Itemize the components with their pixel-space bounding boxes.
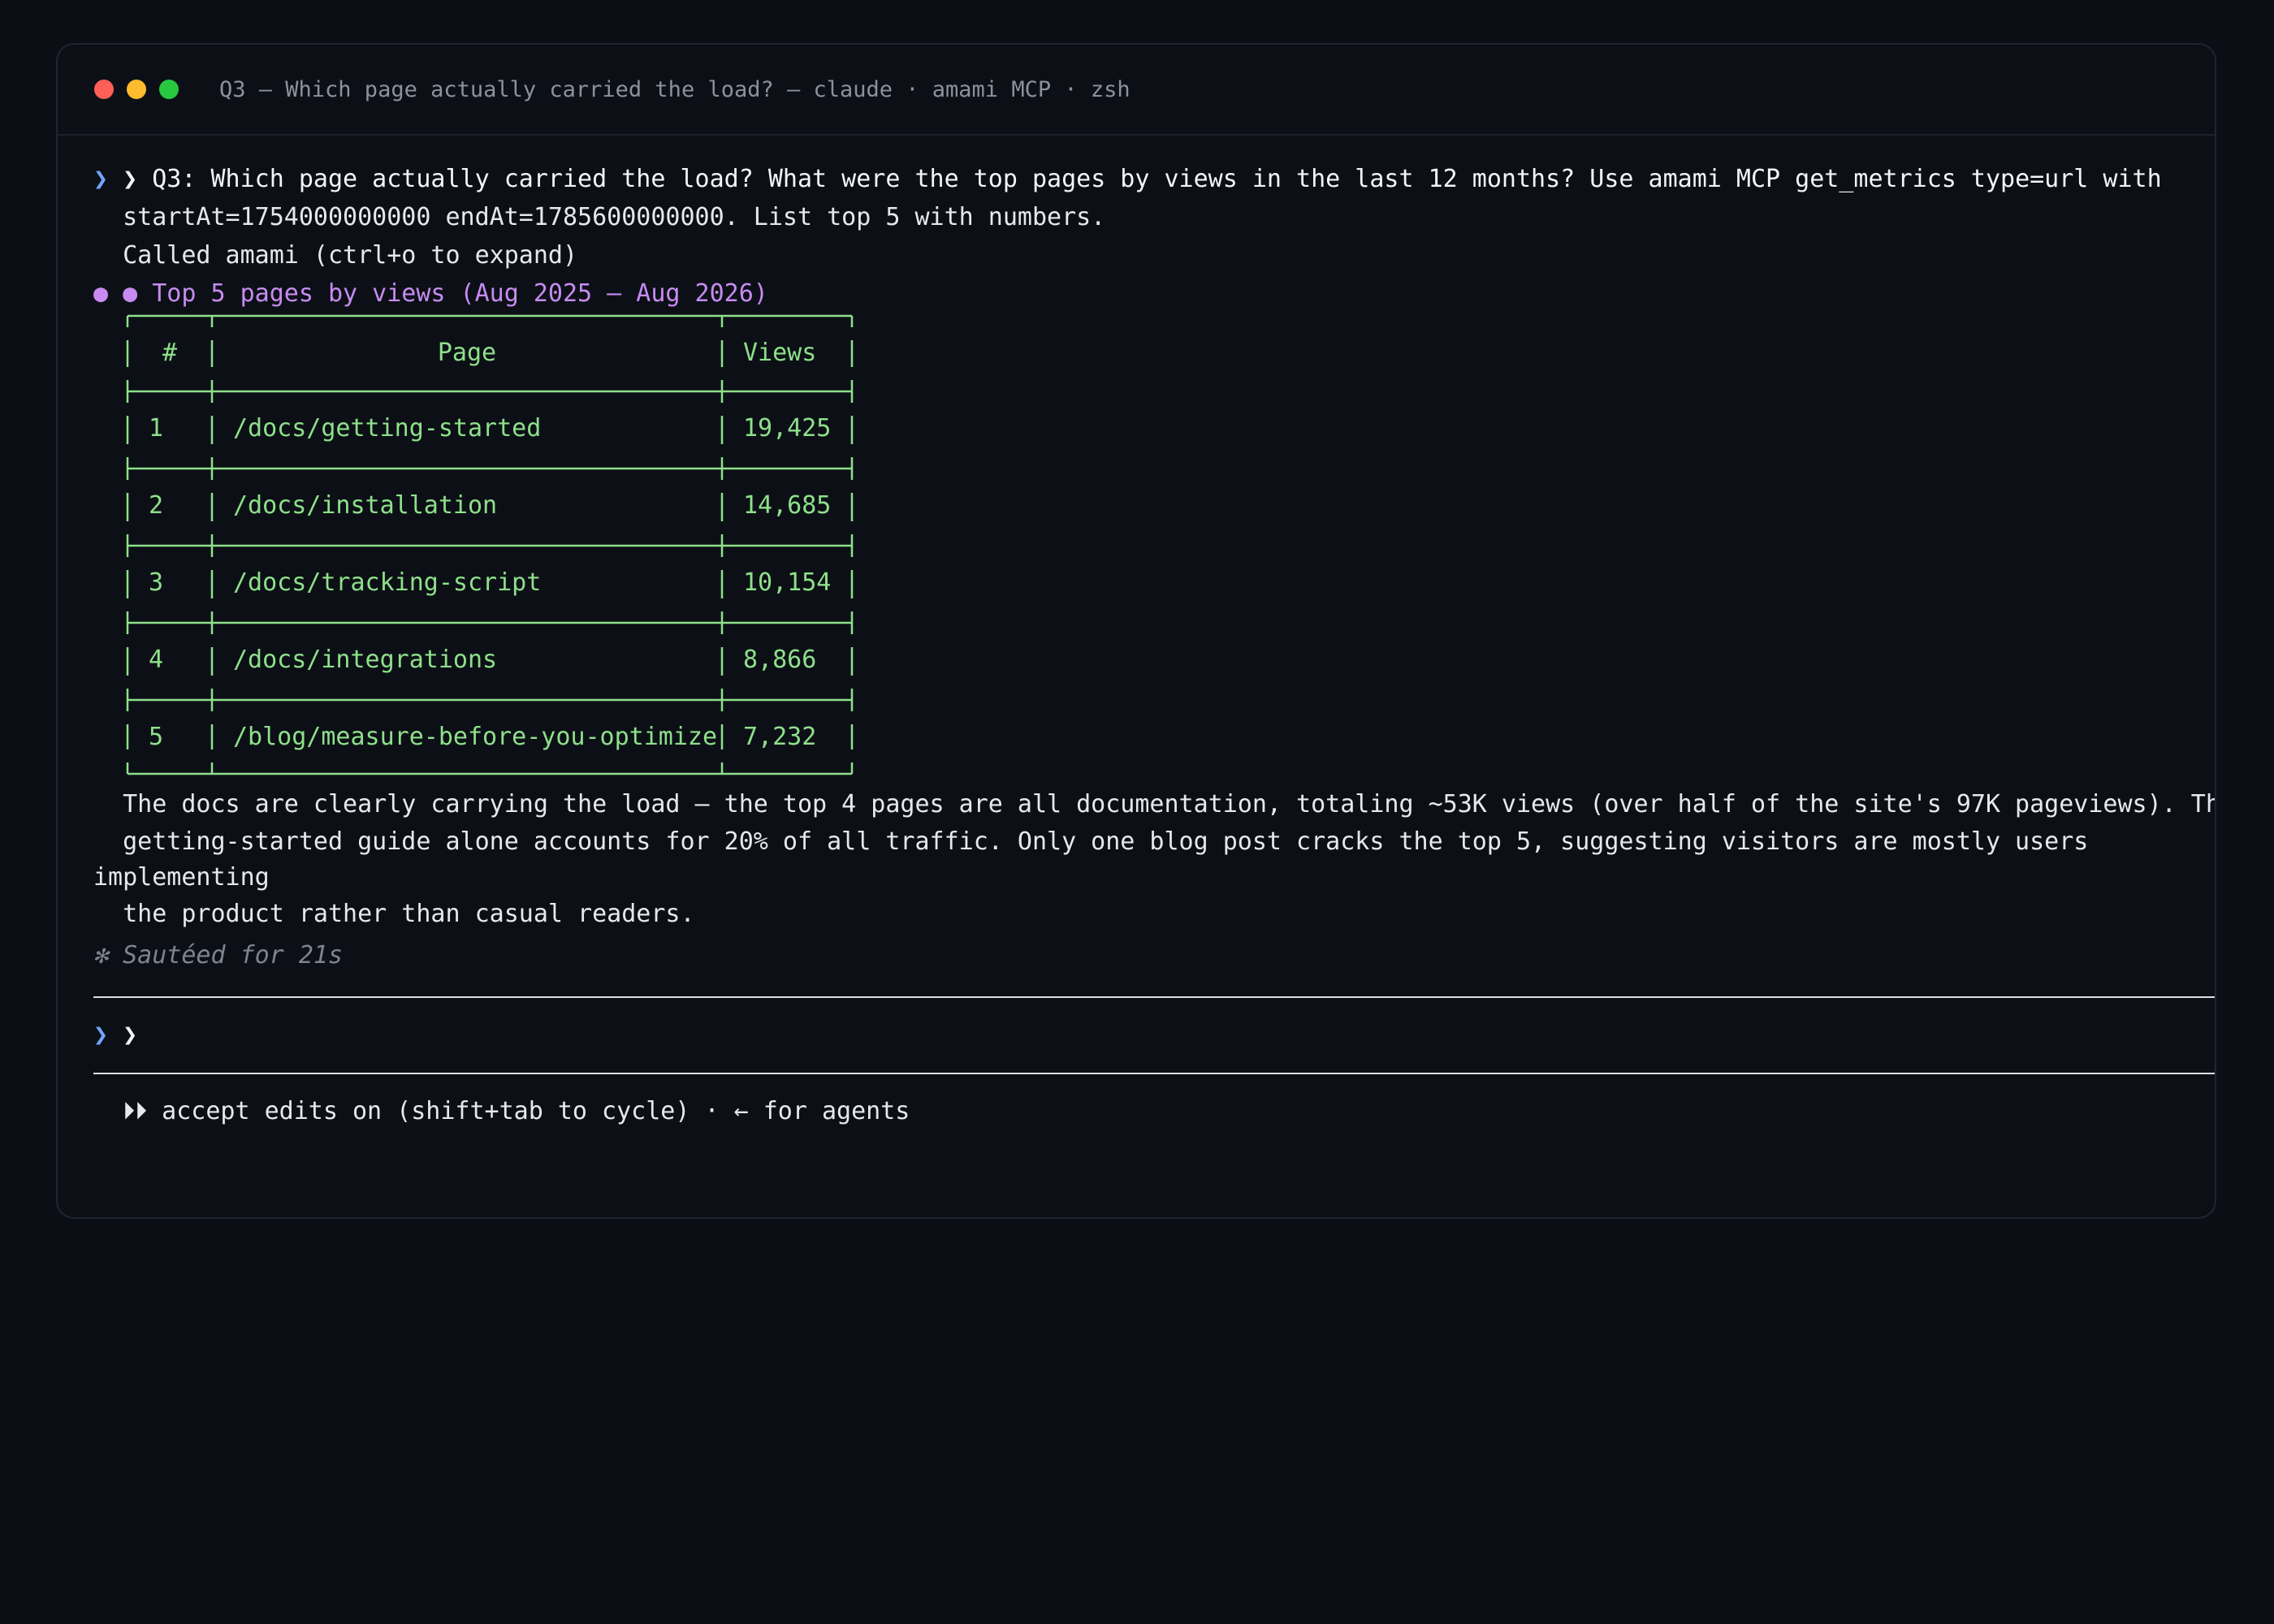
close-window-icon[interactable] — [94, 80, 114, 99]
heading-bullet-icon: ● — [123, 279, 138, 308]
table-cell-views: 8,866 — [743, 646, 817, 674]
table-cell-rank: 5 — [149, 723, 164, 751]
table-header-page: Page — [437, 339, 497, 367]
status-line: ✻ Sautéed for 21s — [93, 936, 2215, 974]
summary-line-2: getting-started guide alone accounts for… — [93, 823, 2215, 860]
table-cell-rank: 1 — [149, 414, 164, 443]
summary-text-1: The docs are clearly carrying the load —… — [123, 790, 2216, 818]
prompt-line-1: ❯ ❯ Q3: Which page actually carried the … — [93, 160, 2215, 198]
summary-text-3: implementing — [93, 863, 270, 892]
response-bullet-icon: ● — [93, 279, 109, 308]
table-cell-rank: 3 — [149, 568, 164, 597]
summary-line-3: implementing — [93, 860, 2215, 895]
table-text-layer: # Page Views 1/docs/getting-started 19,425 2 /… — [126, 314, 854, 785]
summary-text-2: getting-started guide alone accounts for… — [123, 827, 2089, 856]
terminal-window: Q3 — Which page actually carried the loa… — [56, 43, 2216, 1219]
table-cell-rank: 4 — [149, 646, 164, 674]
input-user-chevron-icon: ❯ — [123, 1021, 138, 1049]
table-cell-page: /docs/integrations — [233, 646, 498, 674]
summary-line-1: The docs are clearly carrying the load —… — [93, 785, 2215, 823]
window-title: Q3 — Which page actually carried the loa… — [219, 76, 1131, 102]
prompt-text-2: startAt=1754000000000 endAt=178560000000… — [123, 203, 1106, 231]
table-cell-views: 10,154 — [743, 568, 832, 597]
table-cell-views: 7,232 — [743, 723, 817, 751]
input-line[interactable]: ❯ ❯ — [93, 998, 2215, 1073]
summary-line-4: the product rather than casual readers. — [93, 895, 2215, 933]
summary-text-4: the product rather than casual readers. — [123, 900, 695, 928]
table-cell-page: /docs/getting-started — [233, 414, 542, 443]
table-cell-rank: 2 — [149, 491, 164, 520]
minimize-window-icon[interactable] — [127, 80, 146, 99]
table-cell-page: /docs/tracking-script — [233, 568, 542, 597]
input-chevron-icon: ❯ — [93, 1021, 109, 1049]
table-cell-views: 14,685 — [743, 491, 832, 520]
title-bar: Q3 — Which page actually carried the loa… — [58, 45, 2215, 136]
footer-hint[interactable]: ⏵⏵ accept edits on (shift+tab to cycle) … — [123, 1097, 910, 1125]
prompt-chevron-icon: ❯ — [93, 165, 109, 193]
top-pages-table: # Page Views 1/docs/getting-started 19,425 2 /… — [126, 314, 854, 785]
tool-call-text[interactable]: Called amami (ctrl+o to expand) — [123, 241, 577, 270]
result-heading-line: ● ● Top 5 pages by views (Aug 2025 – Aug… — [93, 274, 2215, 313]
status-text: ✻ Sautéed for 21s — [93, 941, 344, 970]
footer-hint-line: ⏵⏵ accept edits on (shift+tab to cycle) … — [93, 1092, 2215, 1130]
user-chevron-icon: ❯ — [123, 165, 138, 193]
table-cell-views: 19,425 — [743, 414, 832, 443]
prompt-text-1: Q3: Which page actually carried the load… — [152, 165, 2162, 193]
input-bottom-rule — [93, 1073, 2215, 1074]
maximize-window-icon[interactable] — [159, 80, 179, 99]
table-cell-page: /docs/installation — [233, 491, 498, 520]
table-header-rank: # — [162, 339, 178, 367]
result-heading: Top 5 pages by views (Aug 2025 – Aug 202… — [152, 279, 768, 308]
terminal-content: ❯ ❯ Q3: Which page actually carried the … — [93, 160, 2215, 1130]
table-cell-page: /blog/measure-before-you-optimize — [233, 723, 718, 751]
prompt-line-2: startAt=1754000000000 endAt=178560000000… — [93, 198, 2215, 236]
table-header-views: Views — [743, 339, 817, 367]
tool-call-line[interactable]: Called amami (ctrl+o to expand) — [93, 236, 2215, 274]
